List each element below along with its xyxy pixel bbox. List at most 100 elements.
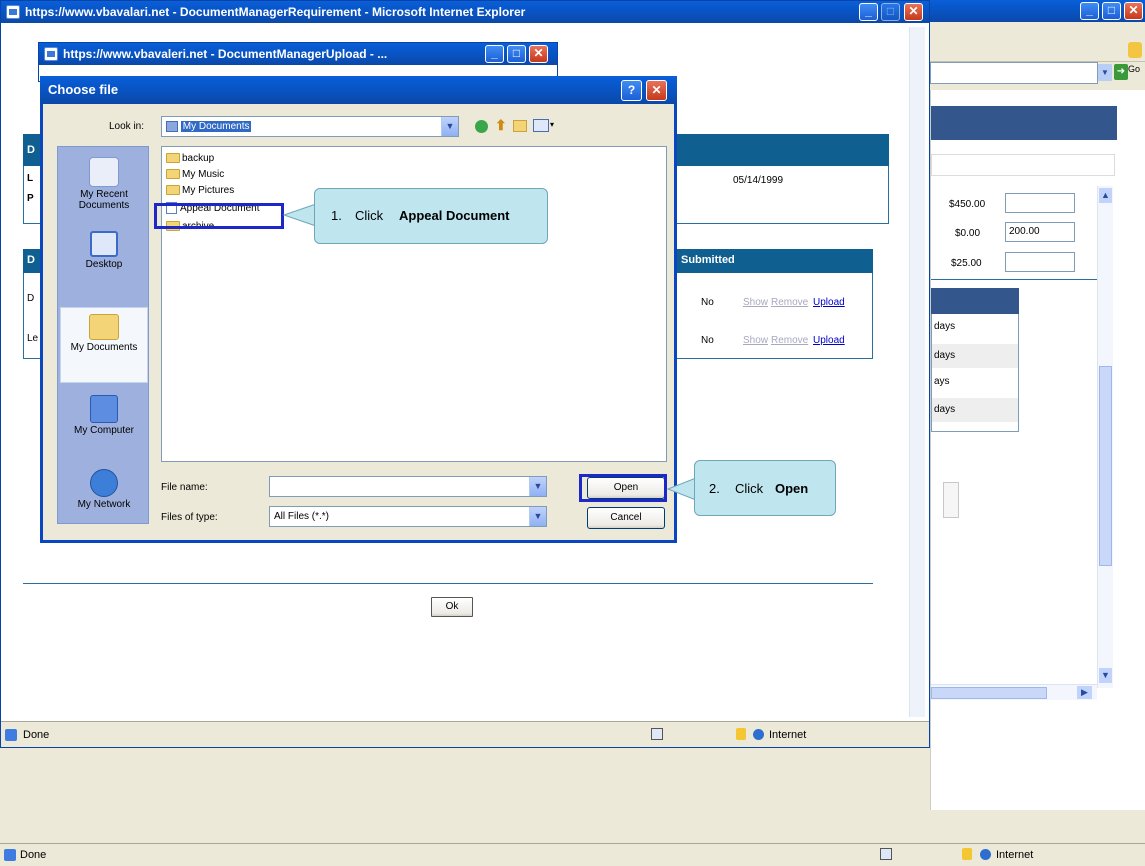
place-recent-documents[interactable]: My Recent Documents [58,157,150,211]
page-icon [4,849,16,861]
callout-target: Appeal Document [399,208,510,223]
close-icon[interactable]: ✕ [646,80,667,101]
price-1: $450.00 [949,199,986,210]
look-in-label: Look in: [109,121,145,132]
scroll-thumb[interactable] [1099,366,1112,566]
address-input[interactable] [930,62,1098,84]
close-icon[interactable]: ✕ [904,3,923,21]
price-input-3[interactable] [1005,252,1075,272]
background-field [931,154,1115,176]
list-item[interactable]: My Pictures [166,183,234,199]
highlight-appeal-document [154,203,284,229]
security-zone-icon [651,728,663,740]
folder-icon [166,153,180,164]
days-row: days [934,321,956,332]
vertical-scrollbar[interactable] [909,27,925,717]
callout-number: 1. [331,208,342,223]
chevron-down-icon[interactable]: ▼ [529,507,546,526]
highlight-open-button [579,474,667,502]
close-icon[interactable]: ✕ [529,45,548,63]
callout-text: Click [355,208,384,223]
music-folder-icon [166,169,180,180]
browser-title-bar: https://www.vbavalari.net - DocumentMana… [1,1,929,23]
chevron-down-icon[interactable]: ▼ [1099,668,1112,683]
upload-link[interactable]: Upload [813,297,845,308]
dialog-title-bar: Choose file [40,76,677,104]
place-desktop[interactable]: Desktop [58,231,150,270]
remove-link[interactable]: Remove [771,297,808,308]
back-icon[interactable] [475,120,488,133]
go-button-label[interactable]: Go [1128,64,1140,74]
horizontal-scrollbar[interactable]: ▶ [931,684,1097,700]
days-table: days days ays days [931,314,1019,432]
browser-title: https://www.vbavalari.net - DocumentMana… [25,5,526,19]
price-input-1[interactable] [1005,193,1075,213]
folder-icon [166,120,178,132]
recent-documents-icon [89,157,119,187]
minimize-icon[interactable]: _ [859,3,878,21]
background-page: $450.00 $0.00 200.00 $25.00 days days ay… [930,90,1145,810]
windows-logo-icon [1128,42,1142,58]
view-menu-icon[interactable] [533,119,549,132]
row-label: Le [27,333,39,344]
go-arrow-icon[interactable]: ➜ [1114,64,1128,80]
chevron-right-icon[interactable]: ▶ [1077,686,1092,699]
submitted-header: Submitted [679,249,873,273]
minimize-icon[interactable]: _ [485,45,504,63]
lock-icon [736,728,746,740]
my-computer-icon [90,395,118,423]
close-icon[interactable]: ✕ [1124,2,1143,20]
place-my-network[interactable]: My Network [58,469,150,510]
desktop-icon [90,231,118,257]
maximize-icon[interactable]: □ [507,45,526,63]
chevron-up-icon[interactable]: ▲ [1099,188,1112,203]
background-status-bar: Done Internet [0,843,1145,865]
row-label: L [27,173,34,184]
days-row: days [934,350,956,361]
remove-link[interactable]: Remove [771,335,808,346]
chevron-down-icon[interactable]: ▾ [550,120,554,129]
chevron-down-icon[interactable]: ▼ [529,477,546,496]
price-input-2[interactable]: 200.00 [1005,222,1075,242]
days-header-bar [931,288,1019,314]
maximize-icon[interactable]: □ [881,3,900,21]
chevron-down-icon[interactable]: ▼ [441,117,458,136]
file-type-label: Files of type: [161,512,218,523]
file-name-label: File name: [161,482,208,493]
place-my-documents[interactable]: My Documents [60,307,148,383]
divider [931,279,1111,280]
callout-step-2: 2. Click Open [694,460,836,516]
show-link[interactable]: Show [743,297,768,308]
upload-link[interactable]: Upload [813,335,845,346]
file-name-input[interactable]: ▼ [269,476,547,497]
callout-text: Click [735,481,764,496]
submitted-value: No [701,335,714,346]
up-folder-icon[interactable]: ⬆ [495,118,507,133]
scroll-thumb[interactable] [931,687,1047,699]
callout-pointer [666,477,697,501]
price-2: $0.00 [955,228,981,239]
look-in-select[interactable]: My Documents ▼ [161,116,459,137]
row-label: D [27,293,35,304]
cancel-button[interactable]: Cancel [587,507,665,529]
look-in-value: My Documents [180,121,252,132]
my-documents-icon [89,314,119,340]
ok-button[interactable]: Ok [431,597,473,617]
spinner-control[interactable] [943,482,959,518]
place-my-computer[interactable]: My Computer [58,395,150,436]
security-zone-icon [880,848,892,860]
ie-icon [6,5,20,19]
new-folder-icon[interactable] [513,120,527,132]
page-icon [5,729,17,741]
toolbar [930,40,1145,62]
show-link[interactable]: Show [743,335,768,346]
chevron-down-icon[interactable]: ▼ [1098,64,1112,81]
vertical-scrollbar[interactable]: ▲ ▼ [1097,186,1113,688]
list-item[interactable]: backup [166,151,214,167]
minimize-icon[interactable]: _ [1080,2,1099,20]
list-item[interactable]: My Music [166,167,224,183]
file-type-select[interactable]: All Files (*.*) ▼ [269,506,547,527]
maximize-icon[interactable]: □ [1102,2,1121,20]
callout-number: 2. [709,481,720,496]
help-icon[interactable]: ? [621,80,642,101]
